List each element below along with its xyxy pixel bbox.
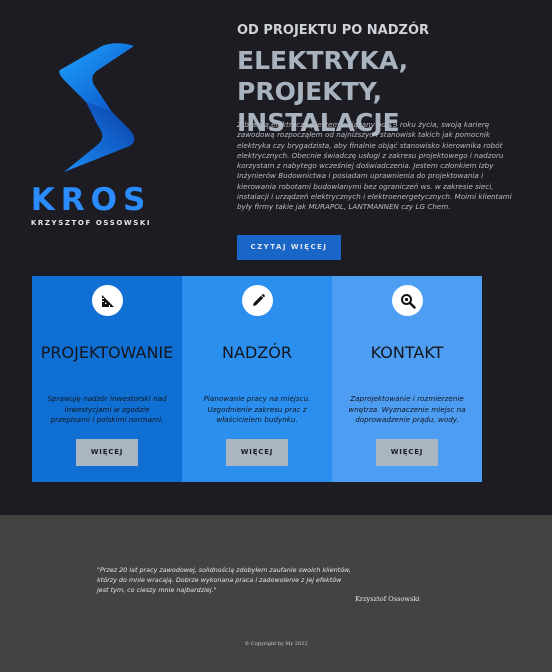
services-cards: PROJEKTOWANIE Sprawuję nadzór inwestorsk… [32, 276, 482, 482]
card-text: Sprawuję nadzór inwestorski nad inwestyc… [47, 394, 167, 424]
testimonial-quote: "Przez 20 lat pracy zawodowej, solidnośc… [97, 566, 351, 595]
card-nadzor: NADZÓR Planowanie pracy na miejscu. Uzgo… [182, 276, 332, 482]
card-text: Zaprojektowanie i rozmierzenie wnętrza. … [348, 394, 466, 424]
card-title: PROJEKTOWANIE [40, 343, 174, 362]
search-icon [392, 285, 423, 316]
brand-name: KROS [30, 182, 152, 218]
card-kontakt: KONTAKT Zaprojektowanie i rozmierzenie w… [332, 276, 482, 482]
hero-section: KROS KRZYSZTOF OSSOWSKI OD PROJEKTU PO N… [0, 0, 552, 515]
brand-subtitle: KRZYSZTOF OSSOWSKI [30, 219, 152, 227]
card-title: NADZÓR [222, 343, 292, 362]
more-button-nadzor[interactable]: WIĘCEJ [226, 439, 288, 466]
ruler-triangle-icon [92, 285, 123, 316]
brand-logo[interactable]: KROS KRZYSZTOF OSSOWSKI [30, 42, 152, 232]
copyright-text: © Copyright by My 2022 [244, 641, 308, 647]
testimonial-author: Krzysztof Ossowski [355, 595, 420, 603]
pencil-icon [242, 285, 273, 316]
more-button-projektowanie[interactable]: WIĘCEJ [76, 439, 138, 466]
card-text: Planowanie pracy na miejscu. Uzgodnienie… [203, 394, 311, 424]
hero-eyebrow: OD PROJEKTU PO NADZÓR [237, 23, 430, 38]
footer-section: "Przez 20 lat pracy zawodowej, solidnośc… [0, 515, 552, 672]
stylized-s-logo-icon [59, 43, 135, 172]
card-title: KONTAKT [370, 343, 444, 362]
read-more-button[interactable]: CZYTAJ WIĘCEJ [237, 235, 341, 260]
hero-intro: Z branżą elektryczną jestem związany od … [237, 120, 512, 212]
more-button-kontakt[interactable]: WIĘCEJ [376, 439, 438, 466]
card-projektowanie: PROJEKTOWANIE Sprawuję nadzór inwestorsk… [32, 276, 182, 482]
